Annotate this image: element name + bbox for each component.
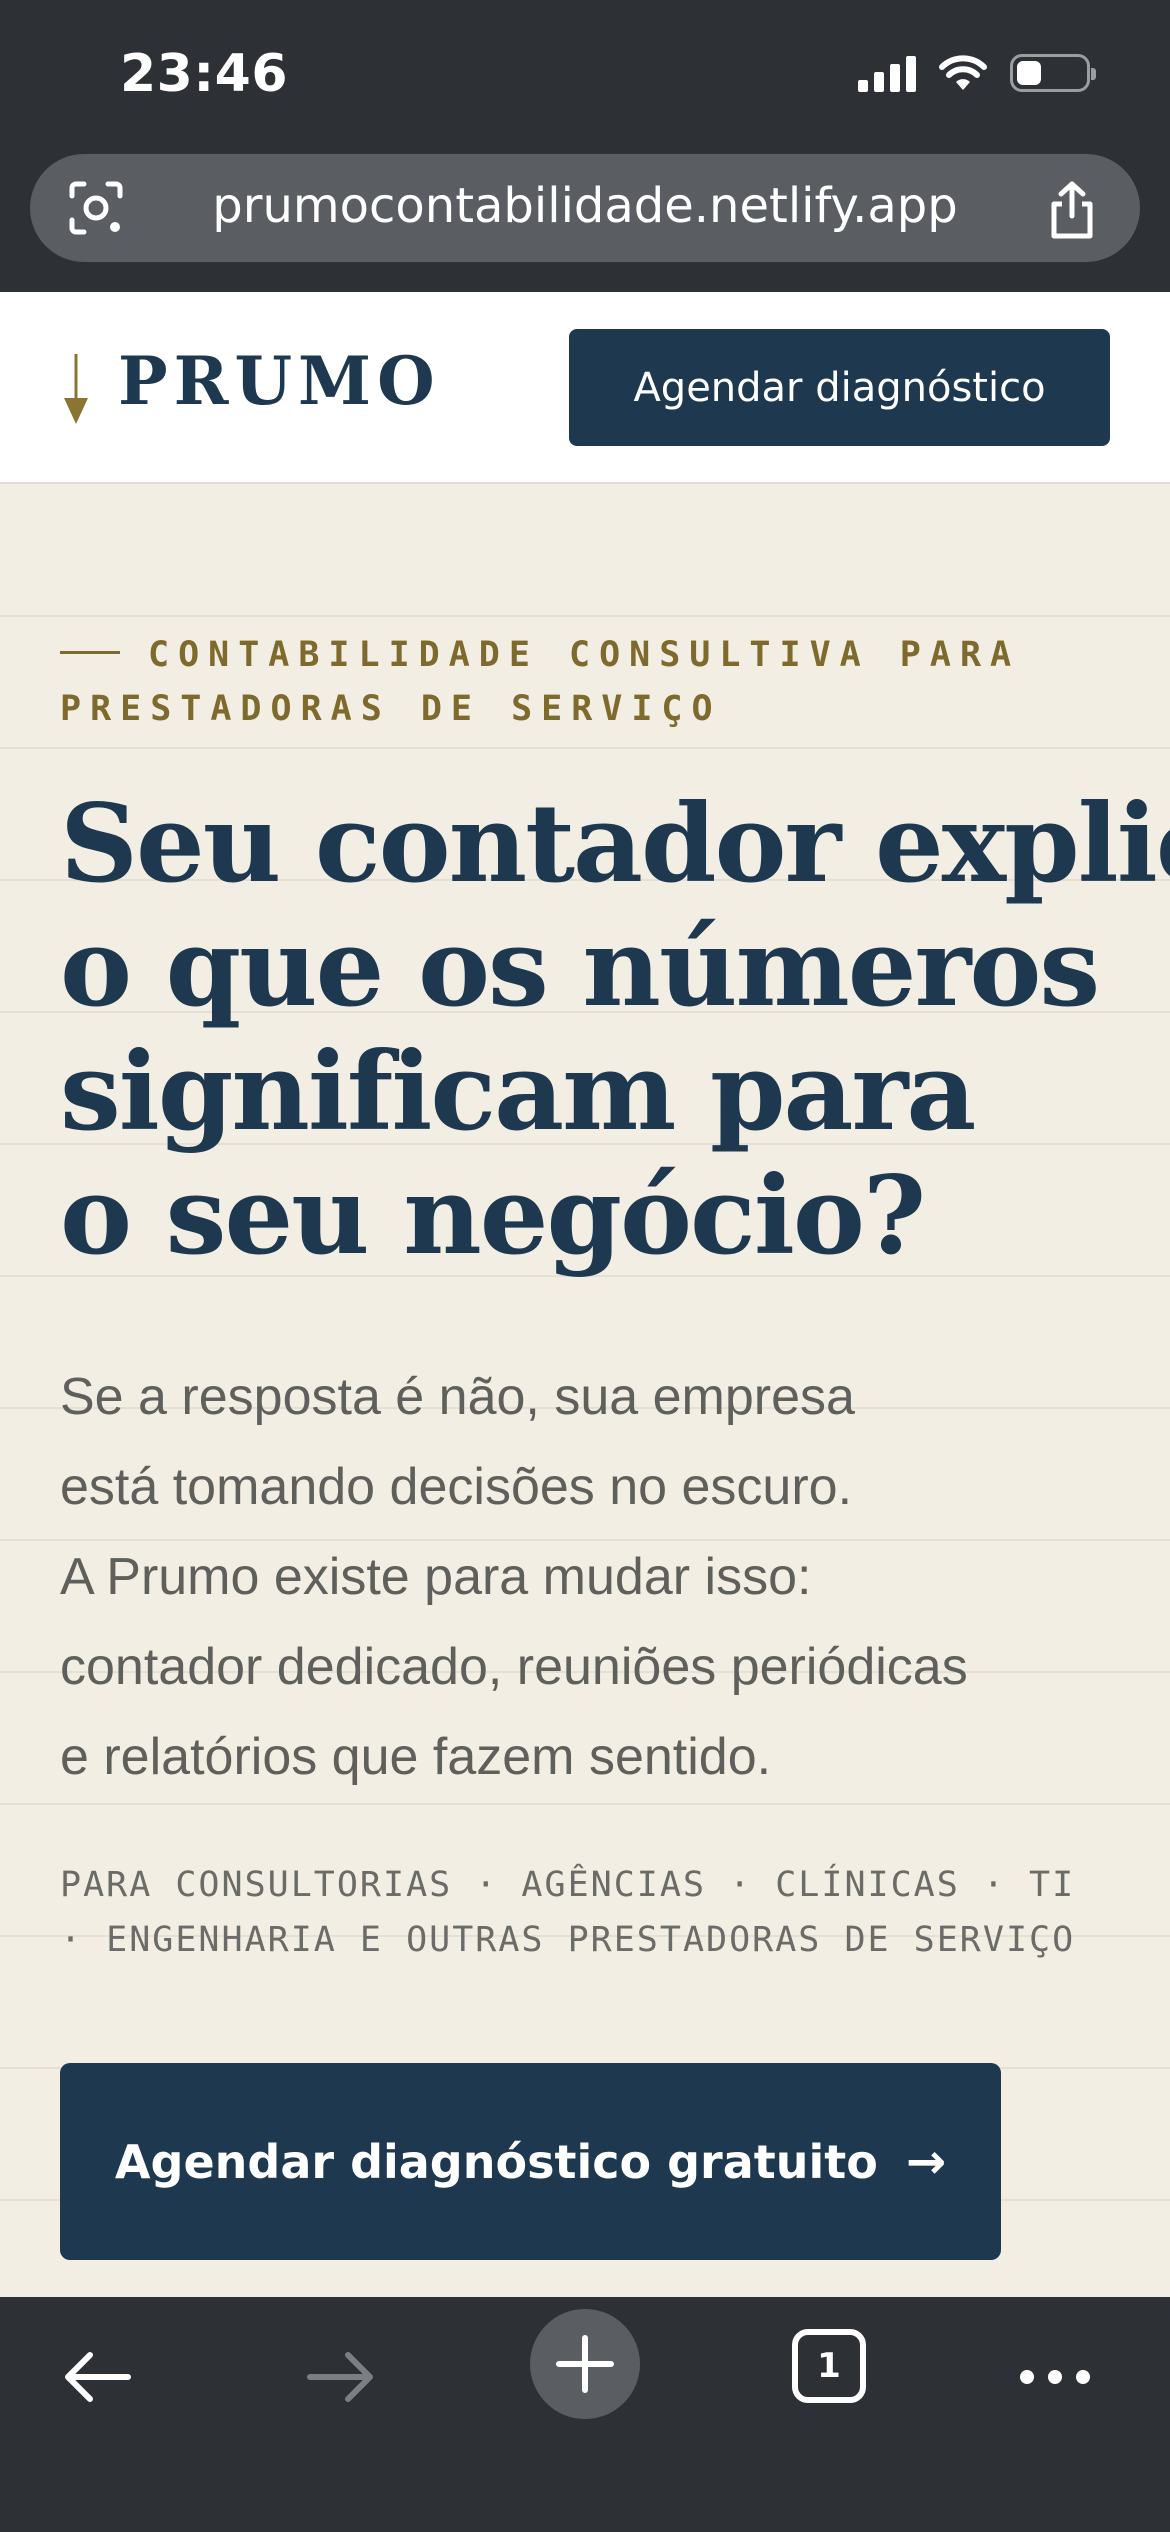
forward-button[interactable] <box>296 2337 386 2417</box>
ruled-lines-background <box>0 615 1170 2201</box>
headline-line: o que os números <box>60 905 1100 1031</box>
web-page: PRUMO Agendar diagnóstico CONTABILIDADE … <box>0 292 1170 2297</box>
lead-line: e relatórios que fazem sentido. <box>60 1728 772 1786</box>
tab-switcher-button[interactable]: 1 <box>792 2329 866 2403</box>
status-time: 23:46 <box>120 44 289 104</box>
hero-schedule-free-diagnosis-button[interactable]: Agendar diagnóstico gratuito → <box>60 2063 1001 2260</box>
wifi-icon <box>939 55 987 90</box>
arrow-right-icon: → <box>905 2133 947 2190</box>
more-menu-button[interactable] <box>1010 2337 1100 2417</box>
headline-line: o seu negócio? <box>60 1153 926 1279</box>
lead-line: A Prumo existe para mudar isso: <box>60 1548 812 1606</box>
plus-icon <box>556 2335 614 2393</box>
hero-headline: Seu contador explica o que os números si… <box>60 781 1170 1279</box>
url-text[interactable]: prumocontabilidade.netlify.app <box>30 178 1140 234</box>
battery-icon <box>1010 54 1096 92</box>
new-tab-button[interactable] <box>530 2309 640 2419</box>
audience-list: PARA CONSULTORIAS · AGÊNCIAS · CLÍNICAS … <box>60 1858 1140 1968</box>
eyebrow-text: CONTABILIDADE CONSULTIVA PARA PRESTADORA… <box>60 635 1021 729</box>
hero-eyebrow: CONTABILIDADE CONSULTIVA PARA PRESTADORA… <box>60 628 1120 736</box>
cellular-signal-icon <box>858 54 916 92</box>
audience-line: PARA CONSULTORIAS · AGÊNCIAS · CLÍNICAS … <box>60 1865 1076 1905</box>
browser-address-area: prumocontabilidade.netlify.app <box>0 150 1170 292</box>
header-schedule-button[interactable]: Agendar diagnóstico <box>569 329 1110 446</box>
eyebrow-rule <box>60 650 120 654</box>
lead-line: Se a resposta é não, sua empresa <box>60 1368 855 1426</box>
plumb-bob-logo-icon <box>64 354 88 424</box>
brand-logo[interactable]: PRUMO <box>118 342 441 420</box>
more-dots-icon <box>1020 2370 1090 2384</box>
hero-lead-paragraph: Se a resposta é não, sua empresa está to… <box>60 1352 1120 1802</box>
cta-label: Agendar diagnóstico gratuito <box>114 2134 878 2189</box>
browser-toolbar: 1 <box>0 2297 1170 2532</box>
status-icons <box>858 54 1096 92</box>
address-bar[interactable]: prumocontabilidade.netlify.app <box>30 154 1140 262</box>
headline-line: significam para <box>60 1029 976 1155</box>
site-header: PRUMO Agendar diagnóstico <box>0 292 1170 484</box>
lead-line: está tomando decisões no escuro. <box>60 1458 853 1516</box>
headline-line: Seu contador explica <box>60 781 1170 907</box>
share-icon[interactable] <box>1044 180 1100 240</box>
lead-line: contador dedicado, reuniões periódicas <box>60 1638 968 1696</box>
arrow-right-icon <box>307 2352 373 2402</box>
audience-line: · ENGENHARIA E OUTRAS PRESTADORAS DE SER… <box>60 1920 1076 1960</box>
back-button[interactable] <box>52 2337 142 2417</box>
arrow-left-icon <box>65 2352 131 2402</box>
status-bar: 23:46 <box>0 0 1170 150</box>
